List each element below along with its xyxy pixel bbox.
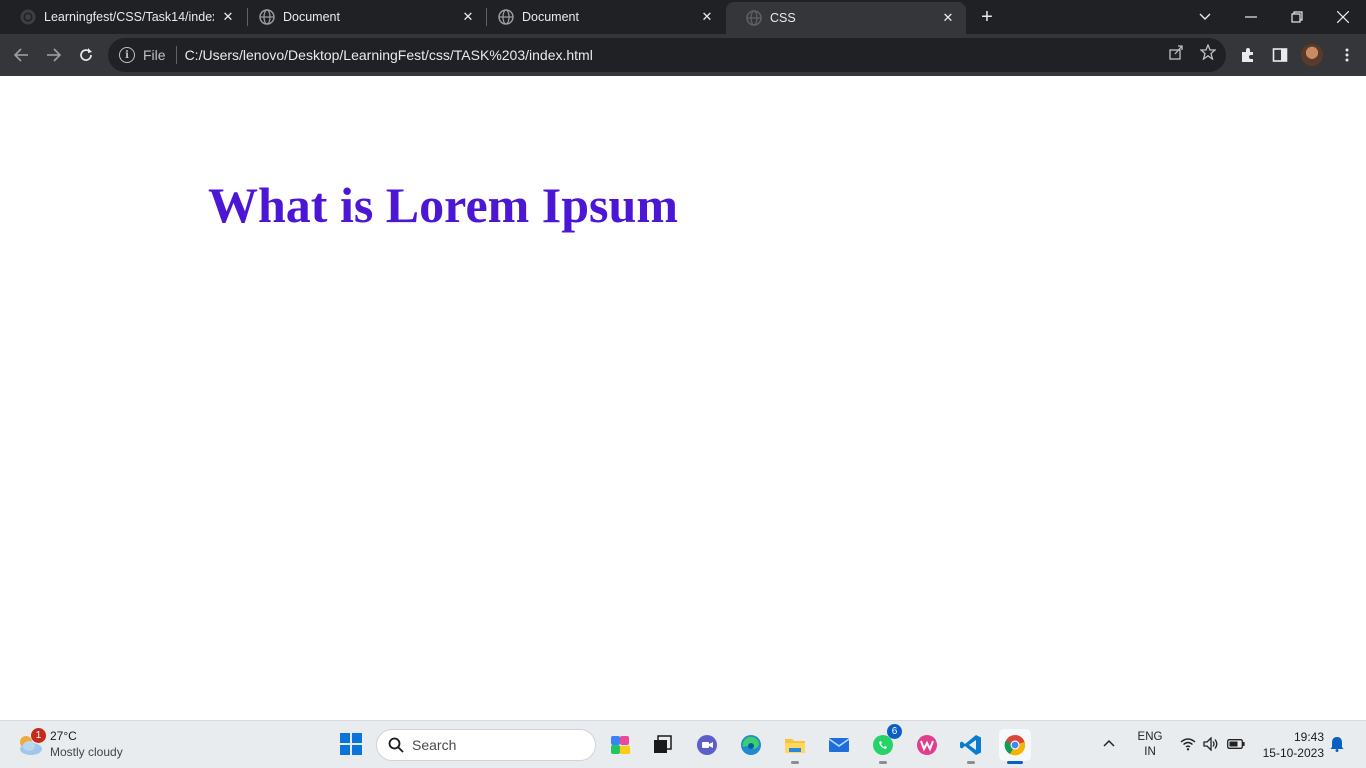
language-code: ENG [1137, 731, 1163, 743]
globe-icon [259, 9, 275, 25]
forward-arrow-icon[interactable] [41, 42, 67, 68]
new-tab-button[interactable]: + [976, 6, 998, 28]
windows-taskbar: 1 27°C Mostly cloudy Search 6 ENG IN 19:… [0, 720, 1366, 768]
profile-avatar[interactable] [1301, 44, 1323, 66]
browser-tab-strip: Learningfest/CSS/Task14/index.h ✕ Docume… [0, 0, 1366, 34]
close-tab-icon[interactable]: ✕ [460, 9, 476, 25]
start-windows-icon[interactable] [340, 733, 362, 755]
extensions-puzzle-icon[interactable] [1235, 42, 1261, 68]
running-indicator [967, 761, 975, 764]
search-icon [388, 737, 404, 753]
page-heading: What is Lorem Ipsum [208, 177, 678, 233]
show-hidden-icons-chevron-icon[interactable] [1103, 734, 1115, 750]
input-language-indicator[interactable]: ENG IN [1136, 730, 1164, 760]
battery-icon[interactable] [1226, 735, 1246, 753]
browser-tab-4-active[interactable]: CSS ✕ [726, 2, 966, 34]
edge-browser-icon[interactable] [735, 729, 767, 761]
wifi-icon[interactable] [1179, 735, 1197, 753]
browser-toolbar: i File C:/Users/lenovo/Desktop/LearningF… [0, 34, 1366, 76]
more-menu-icon[interactable] [1334, 42, 1360, 68]
weather-temperature: 27°C [50, 729, 77, 743]
running-indicator [879, 761, 887, 764]
globe-icon [746, 10, 762, 26]
whatsapp-icon[interactable]: 6 [867, 724, 902, 764]
address-scheme-label: File [143, 47, 166, 63]
close-tab-icon[interactable]: ✕ [699, 9, 715, 25]
share-icon[interactable] [1166, 42, 1186, 62]
back-arrow-icon[interactable] [8, 42, 34, 68]
address-divider [175, 46, 177, 64]
site-info-icon[interactable]: i [119, 47, 135, 63]
system-clock[interactable]: 19:43 15-10-2023 [1258, 729, 1324, 761]
restore-icon[interactable] [1274, 0, 1320, 34]
tab-title: CSS [770, 11, 796, 25]
reload-icon[interactable] [73, 42, 99, 68]
globe-icon [498, 9, 514, 25]
mail-icon[interactable] [823, 729, 855, 761]
running-indicator [791, 761, 799, 764]
whatsapp-unread-badge: 6 [887, 724, 902, 739]
teams-chat-icon[interactable] [691, 729, 723, 761]
browser-tab-2[interactable]: Document ✕ [239, 0, 486, 34]
vscode-icon[interactable] [955, 729, 987, 764]
address-bar[interactable]: i File C:/Users/lenovo/Desktop/LearningF… [108, 38, 1226, 72]
tab-title: Document [522, 10, 579, 24]
close-tab-icon[interactable]: ✕ [940, 10, 956, 26]
browser-tab-3[interactable]: Document ✕ [478, 0, 725, 34]
github-icon [20, 9, 36, 25]
close-tab-icon[interactable]: ✕ [220, 9, 236, 25]
page-content: What is Lorem Ipsum [0, 76, 1366, 720]
tab-search-icon[interactable] [1182, 0, 1228, 34]
active-app-indicator [1007, 761, 1023, 764]
browser-tab-1[interactable]: Learningfest/CSS/Task14/index.h ✕ [0, 0, 246, 34]
search-placeholder: Search [412, 737, 457, 753]
task-view-icon[interactable] [646, 729, 678, 761]
notification-bell-icon[interactable] [1330, 736, 1344, 756]
tab-title: Learningfest/CSS/Task14/index.h [44, 10, 214, 24]
chrome-browser-icon[interactable] [999, 729, 1031, 764]
language-region: IN [1144, 746, 1156, 758]
close-window-icon[interactable] [1320, 0, 1366, 34]
minimize-icon[interactable] [1228, 0, 1274, 34]
clock-date: 15-10-2023 [1262, 746, 1324, 760]
taskbar-search-box[interactable]: Search [376, 729, 596, 761]
tab-title: Document [283, 10, 340, 24]
file-explorer-icon[interactable] [779, 729, 811, 764]
weather-description: Mostly cloudy [50, 745, 123, 759]
wps-office-icon[interactable] [911, 729, 943, 761]
copilot-preview-icon[interactable] [604, 729, 636, 761]
side-panel-icon[interactable] [1267, 42, 1293, 68]
address-url[interactable]: C:/Users/lenovo/Desktop/LearningFest/css… [185, 47, 593, 63]
clock-time: 19:43 [1293, 730, 1324, 744]
bookmark-star-icon[interactable] [1198, 42, 1218, 62]
weather-notification-badge: 1 [31, 728, 46, 743]
volume-icon[interactable] [1202, 735, 1220, 753]
